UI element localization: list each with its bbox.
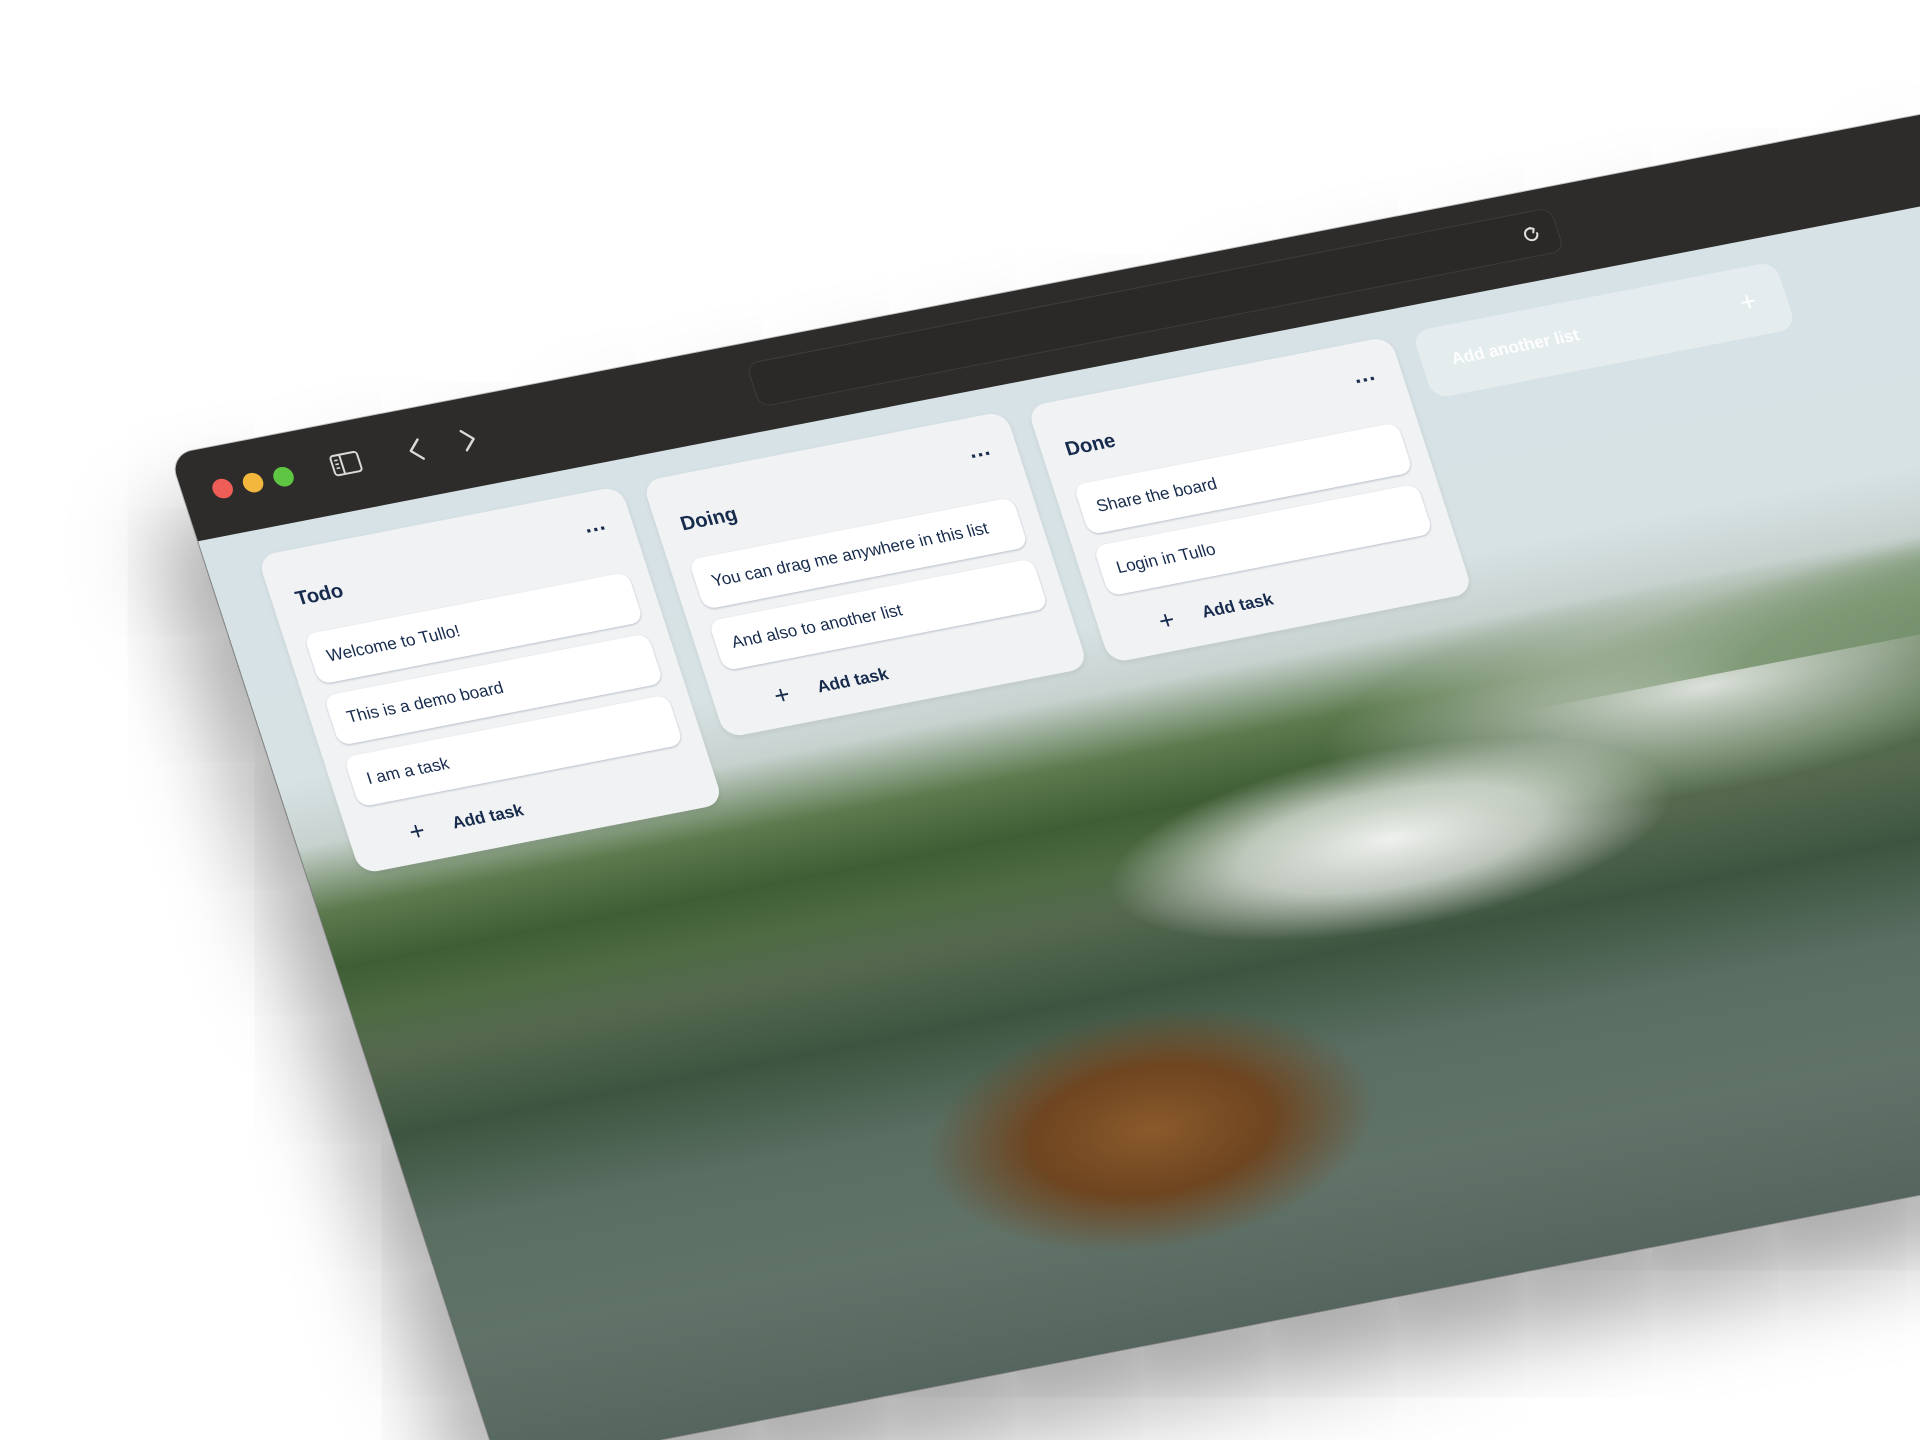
plus-icon: + xyxy=(1735,285,1761,318)
browser-window: Todo ... Welcome to Tullo! This is a dem… xyxy=(170,44,1920,1440)
sidebar-icon xyxy=(329,450,363,477)
maximize-window-button[interactable] xyxy=(270,465,297,489)
add-task-label: Add task xyxy=(814,664,891,697)
plus-icon: + xyxy=(769,678,794,711)
list-doing[interactable]: Doing ... You can drag me anywhere in th… xyxy=(641,410,1089,739)
forward-button[interactable] xyxy=(448,418,490,462)
chevron-left-icon xyxy=(409,438,425,460)
add-task-label: Add task xyxy=(449,800,526,833)
screenshot-scene: Todo ... Welcome to Tullo! This is a dem… xyxy=(0,0,1920,1440)
back-button[interactable] xyxy=(395,428,437,472)
chevron-right-icon xyxy=(459,429,475,452)
plus-icon: + xyxy=(404,814,430,847)
reload-button[interactable] xyxy=(1516,220,1547,248)
add-task-label: Add task xyxy=(1199,589,1276,622)
sidebar-toggle-button[interactable] xyxy=(320,441,372,487)
plus-icon: + xyxy=(1154,604,1179,636)
minimize-window-button[interactable] xyxy=(240,471,267,495)
add-list-label: Add another list xyxy=(1448,325,1582,369)
close-window-button[interactable] xyxy=(209,477,236,501)
reload-icon xyxy=(1524,226,1539,242)
list-todo[interactable]: Todo ... Welcome to Tullo! This is a dem… xyxy=(257,485,724,875)
